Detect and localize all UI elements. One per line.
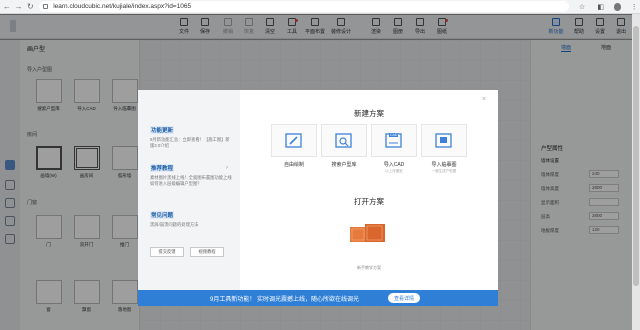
recent-project-label: 新手教学方案: [357, 265, 381, 270]
faq-text[interactable]: 黑屏/崩溃问题的处理方法: [150, 222, 232, 228]
promo-banner: 9月工具新功能！ 实时调光震撼上线，随心所欲在线调光 查看详情: [138, 290, 498, 306]
back-icon[interactable]: ←: [2, 1, 12, 13]
option-free-draw[interactable]: 自由绘制: [271, 124, 317, 174]
feedback-button[interactable]: 提交反馈: [150, 247, 184, 257]
browser-toolbar: ← → ↻ learn.cloudcubic.net/kujiale/index…: [0, 0, 640, 14]
scrollbar-thumb[interactable]: [633, 26, 639, 286]
reload-icon[interactable]: ↻: [25, 1, 35, 13]
forward-icon[interactable]: →: [14, 1, 24, 13]
view-details-button[interactable]: 查看详情: [388, 293, 420, 303]
cad-badge: CAD: [389, 133, 399, 137]
chevron-right-icon[interactable]: ›: [226, 165, 228, 171]
option-import-cad[interactable]: CAD 导入CAD 以上传图纸: [371, 124, 417, 174]
recent-project-thumbnail[interactable]: [349, 221, 389, 247]
video-tutorial-button[interactable]: 视频教程: [190, 247, 224, 257]
option-card: [321, 124, 367, 157]
profile-avatar[interactable]: [613, 2, 622, 11]
floorplan-thumbnail: [350, 224, 385, 242]
option-card: CAD: [371, 124, 417, 157]
option-card: [271, 124, 317, 157]
pencil-icon: [285, 132, 302, 148]
extension-icon[interactable]: ◧: [595, 1, 607, 13]
option-import-trace[interactable]: 导入临摹图 一键生成户型图: [421, 124, 467, 174]
trace-image-icon: [435, 132, 452, 148]
tutorial-text[interactable]: 素材图片黑线上线！全面图布置图功能上线如何进入层级编辑户型图？: [150, 175, 232, 187]
page-scrollbar[interactable]: [632, 14, 640, 330]
dialog-sidebar: 功能更新 9月新功能汇总：立即查看！【施工图】新版3.0介绍 推荐教程 › 素材…: [138, 90, 240, 290]
option-search-library[interactable]: 搜索户型库: [321, 124, 367, 174]
search-floorplan-icon: [335, 132, 352, 148]
update-heading: 功能更新: [150, 126, 175, 134]
menu-icon[interactable]: ⋮: [628, 1, 640, 13]
faq-heading: 常见问题: [150, 211, 175, 219]
new-project-title: 新建方案: [354, 109, 384, 118]
lock-icon: [43, 4, 49, 9]
banner-text: 9月工具新功能！ 实时调光震撼上线，随心所欲在线调光: [210, 297, 360, 303]
tutorial-heading: 推荐教程: [150, 164, 175, 172]
star-icon[interactable]: ☆: [576, 1, 588, 13]
option-card: [421, 124, 467, 157]
address-bar[interactable]: learn.cloudcubic.net/kujiale/index.aspx?…: [39, 1, 570, 12]
open-project-title: 打开方案: [354, 197, 384, 206]
address-text: learn.cloudcubic.net/kujiale/index.aspx?…: [53, 3, 192, 10]
new-project-dialog: 功能更新 9月新功能汇总：立即查看！【施工图】新版3.0介绍 推荐教程 › 素材…: [138, 90, 498, 306]
close-icon[interactable]: ×: [482, 96, 486, 103]
update-text[interactable]: 9月新功能汇总：立即查看！【施工图】新版3.0介绍: [150, 137, 232, 149]
